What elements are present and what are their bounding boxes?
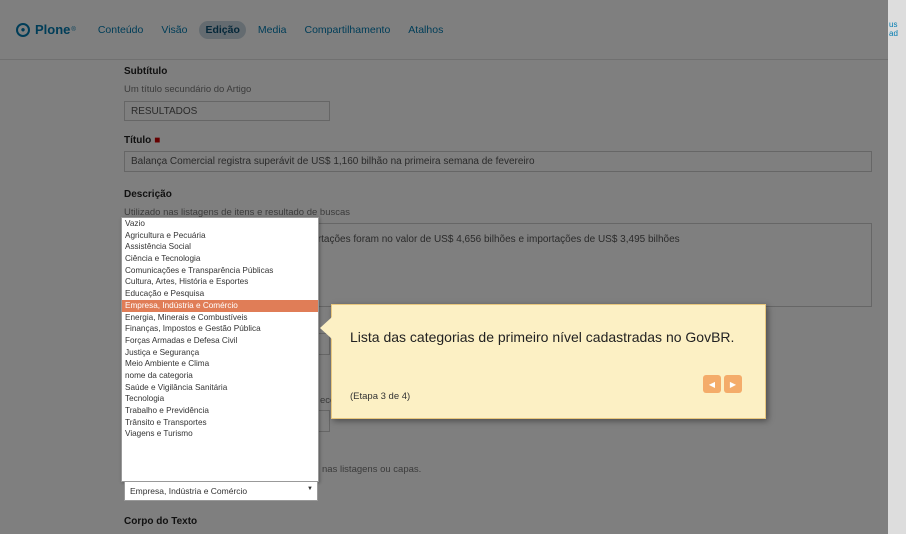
category-select-value: Empresa, Indústria e Comércio <box>130 486 248 496</box>
dropdown-option[interactable]: Viagens e Turismo <box>122 428 318 440</box>
dropdown-option[interactable]: Saúde e Vigilância Sanitária <box>122 382 318 394</box>
user-name[interactable]: us ad <box>889 20 905 38</box>
tour-popup: Lista das categorias de primeiro nível c… <box>320 304 766 419</box>
category-dropdown-list[interactable]: Vazio Agricultura e Pecuária Assistência S… <box>121 217 319 482</box>
dropdown-option[interactable]: Trabalho e Previdência <box>122 405 318 417</box>
dropdown-option[interactable]: Vazio <box>122 218 318 230</box>
dropdown-option[interactable]: Ciência e Tecnologia <box>122 253 318 265</box>
tour-next-button[interactable]: ▶ <box>724 375 742 393</box>
dropdown-option[interactable]: Empresa, Indústria e Comércio <box>122 299 318 312</box>
tour-prev-button[interactable]: ◀ <box>703 375 721 393</box>
tour-pointer <box>320 317 332 339</box>
triangle-left-icon: ◀ <box>708 379 716 389</box>
category-select[interactable]: Empresa, Indústria e Comércio ▼ <box>124 481 318 501</box>
dropdown-option[interactable]: Energia, Minerais e Combustíveis <box>122 312 318 324</box>
user-panel: us ad <box>888 0 906 534</box>
dropdown-option[interactable]: Forças Armadas e Defesa Civil <box>122 335 318 347</box>
dropdown-option[interactable]: nome da categoria <box>122 370 318 382</box>
chevron-down-icon: ▼ <box>307 486 313 492</box>
tour-step: (Etapa 3 de 4) <box>350 391 411 402</box>
dropdown-option[interactable]: Cultura, Artes, História e Esportes <box>122 276 318 288</box>
dropdown-option[interactable]: Tecnologia <box>122 393 318 405</box>
tour-text: Lista das categorias de primeiro nível c… <box>350 329 735 345</box>
dropdown-option[interactable]: Assistência Social <box>122 241 318 253</box>
dropdown-option[interactable]: Agricultura e Pecuária <box>122 230 318 242</box>
dropdown-option[interactable]: Comunicações e Transparência Públicas <box>122 265 318 277</box>
triangle-right-icon: ▶ <box>729 379 737 389</box>
dropdown-option[interactable]: Finanças, Impostos e Gestão Pública <box>122 323 318 335</box>
dropdown-option[interactable]: Educação e Pesquisa <box>122 288 318 300</box>
dropdown-option[interactable]: Trânsito e Transportes <box>122 417 318 429</box>
dropdown-option[interactable]: Justiça e Segurança <box>122 347 318 359</box>
dropdown-option[interactable]: Meio Ambiente e Clima <box>122 358 318 370</box>
